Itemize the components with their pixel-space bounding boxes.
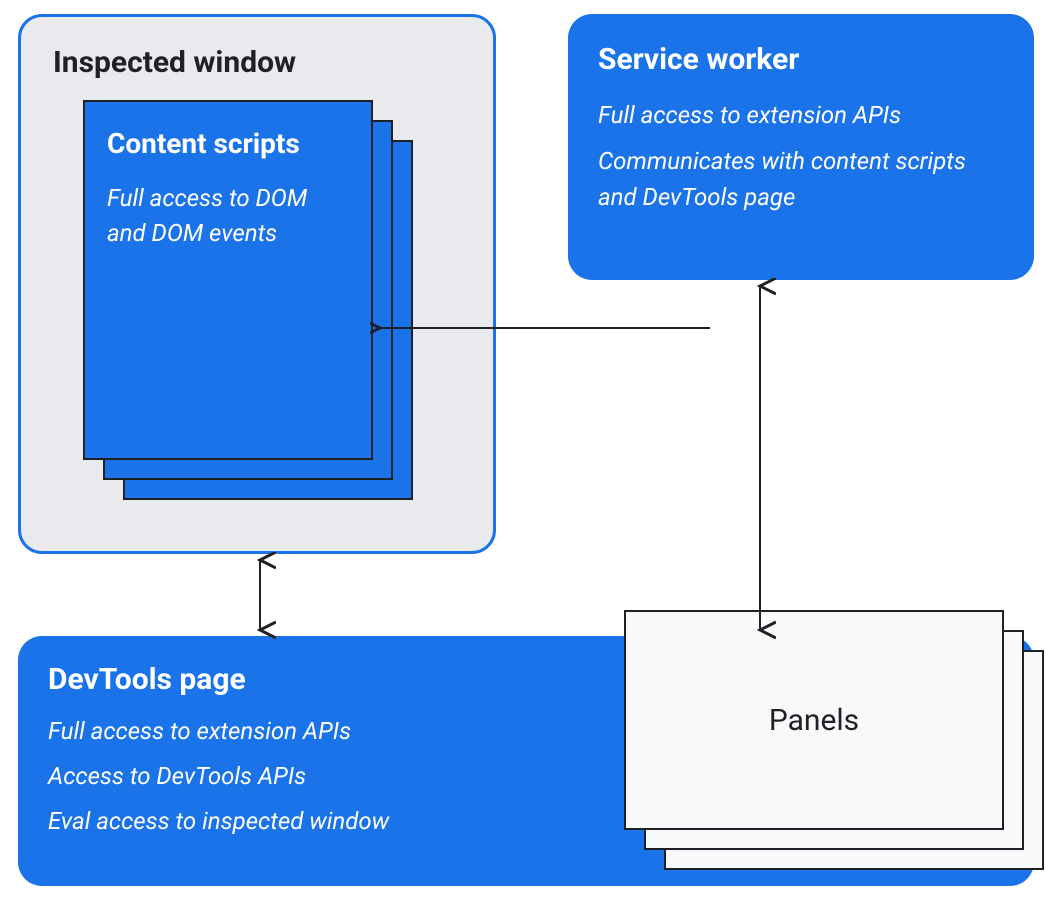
content-script-card-front: Content scripts Full access to DOM and D… bbox=[83, 100, 373, 460]
service-worker-line2: Communicates with content scripts and De… bbox=[598, 143, 1004, 215]
service-worker-box: Service worker Full access to extension … bbox=[568, 14, 1034, 280]
panels-stack: Panels bbox=[624, 610, 1044, 870]
arrow-sw-to-dt bbox=[740, 278, 780, 642]
inspected-window-box: Inspected window Content scripts Full ac… bbox=[18, 14, 496, 554]
panels-label: Panels bbox=[769, 703, 859, 738]
architecture-diagram: Inspected window Content scripts Full ac… bbox=[0, 0, 1053, 904]
content-scripts-description: Full access to DOM and DOM events bbox=[107, 181, 349, 251]
service-worker-line1: Full access to extension APIs bbox=[598, 97, 1004, 133]
inspected-window-title: Inspected window bbox=[53, 45, 461, 80]
devtools-page-box: DevTools page Full access to extension A… bbox=[18, 636, 1034, 886]
content-scripts-title: Content scripts bbox=[107, 126, 349, 161]
panel-card-front: Panels bbox=[624, 610, 1004, 830]
arrow-iw-to-dt bbox=[240, 552, 280, 642]
content-scripts-stack: Content scripts Full access to DOM and D… bbox=[83, 100, 403, 500]
service-worker-title: Service worker bbox=[598, 42, 1004, 77]
